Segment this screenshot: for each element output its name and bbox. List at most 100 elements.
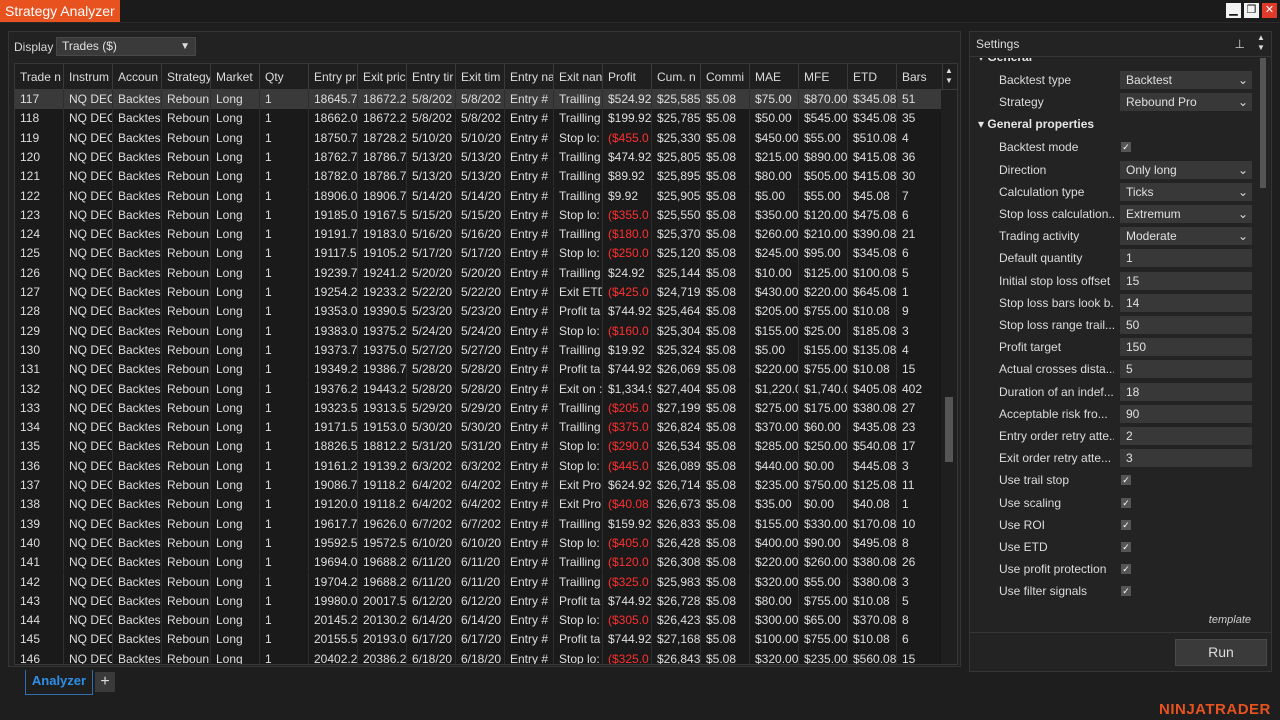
scroll-arrows-icon[interactable]: ▲ ▼ (941, 66, 957, 88)
table-row[interactable]: 145 NQ DEC Backtes Reboun Long 1 20155.5 20193.… (15, 630, 943, 650)
table-row[interactable]: 144 NQ DEC Backtes Reboun Long 1 20145.2 20130.… (15, 611, 943, 631)
column-header[interactable]: Exit pric (358, 64, 407, 90)
column-header[interactable]: Market (211, 64, 260, 90)
column-header[interactable]: Qty (260, 64, 309, 90)
column-header[interactable]: ETD (848, 64, 897, 90)
property-checkbox[interactable]: ✓ (1121, 142, 1131, 153)
expand-chevron-icon[interactable]: ▾ (978, 58, 987, 64)
table-cell: Entry # (505, 360, 554, 380)
property-input[interactable]: 1 (1120, 249, 1252, 268)
tab-analyzer[interactable]: Analyzer (25, 670, 93, 695)
column-header[interactable]: Strategy (162, 64, 211, 90)
grid-scrollbar[interactable] (941, 90, 957, 664)
table-row[interactable]: 134 NQ DEC Backtes Reboun Long 1 19171.5 19153.… (15, 418, 943, 438)
property-input[interactable]: 150 (1120, 338, 1252, 357)
table-row[interactable]: 146 NQ DEC Backtes Reboun Long 1 20402.2 20386.… (15, 649, 943, 664)
property-select[interactable]: Backtest ⌄ (1120, 71, 1252, 89)
property-input[interactable]: 90 (1120, 404, 1252, 423)
property-checkbox[interactable]: ✓ (1121, 542, 1131, 552)
property-checkbox[interactable]: ✓ (1121, 519, 1131, 530)
column-header[interactable]: Exit tim (456, 64, 505, 90)
column-header[interactable]: Entry na (505, 64, 554, 90)
table-row[interactable]: 140 NQ DEC Backtes Reboun Long 1 19592.5 19572.… (15, 533, 943, 554)
pin-icon[interactable]: ⊥ (1235, 32, 1245, 56)
table-row[interactable]: 120 NQ DEC Backtes Reboun Long 1 18762.7 18786.… (15, 147, 943, 168)
minimize-icon[interactable]: ▁ (1226, 3, 1241, 18)
column-header[interactable]: Entry pr (309, 64, 358, 90)
table-cell: $744.92 (603, 591, 652, 612)
column-header[interactable]: MFE (799, 64, 848, 90)
table-row[interactable]: 142 NQ DEC Backtes Reboun Long 1 19704.2 19688.… (15, 572, 943, 592)
table-row[interactable]: 137 NQ DEC Backtes Reboun Long 1 19086.7 19118.… (15, 476, 943, 496)
settings-scrollbar[interactable] (1257, 58, 1269, 632)
property-input[interactable]: 3 (1120, 449, 1252, 468)
property-row: Initial stop loss offset 15 (970, 270, 1255, 292)
property-row: Exit order retry atte... 3 (970, 447, 1255, 469)
settings-section[interactable]: ▾ General (978, 58, 1032, 68)
property-select[interactable]: Ticks ⌄ (1120, 182, 1252, 201)
table-row[interactable]: 132 NQ DEC Backtes Reboun Long 1 19376.2 19443.… (15, 379, 943, 399)
table-cell: Reboun (162, 147, 211, 168)
column-header[interactable]: Trade n (15, 64, 64, 90)
close-icon[interactable]: ✕ (1262, 3, 1277, 18)
table-row[interactable]: 130 NQ DEC Backtes Reboun Long 1 19373.7 19375.… (15, 340, 943, 361)
table-cell: 19254.2 (309, 283, 358, 303)
column-header[interactable]: Profit (603, 64, 652, 90)
property-select[interactable]: Moderate ⌄ (1120, 227, 1252, 246)
property-input[interactable]: 2 (1120, 427, 1252, 445)
table-row[interactable]: 128 NQ DEC Backtes Reboun Long 1 19353.0 19390.… (15, 302, 943, 322)
grid-scroll-thumb[interactable] (945, 397, 953, 462)
table-row[interactable]: 122 NQ DEC Backtes Reboun Long 1 18906.0 18906.… (15, 186, 943, 206)
table-row[interactable]: 126 NQ DEC Backtes Reboun Long 1 19239.7 19241.… (15, 263, 943, 283)
table-row[interactable]: 124 NQ DEC Backtes Reboun Long 1 19191.7 19183.… (15, 225, 943, 245)
property-checkbox[interactable]: ✓ (1121, 475, 1131, 486)
property-checkbox[interactable]: ✓ (1121, 497, 1131, 508)
column-header[interactable]: Entry tir (407, 64, 456, 90)
property-input[interactable]: 5 (1120, 360, 1252, 379)
table-row[interactable]: 141 NQ DEC Backtes Reboun Long 1 19694.0 19688.… (15, 553, 943, 573)
add-tab-button[interactable]: + (95, 672, 115, 692)
settings-scroll-arrows-icon[interactable]: ▲ ▼ (1255, 33, 1267, 53)
table-row[interactable]: 123 NQ DEC Backtes Reboun Long 1 19185.0 19167.… (15, 205, 943, 226)
property-select[interactable]: Rebound Pro ⌄ (1120, 93, 1252, 112)
table-row[interactable]: 127 NQ DEC Backtes Reboun Long 1 19254.2 19233.… (15, 283, 943, 303)
property-input[interactable]: 18 (1120, 382, 1252, 401)
table-cell: 15 (897, 649, 943, 664)
table-row[interactable]: 125 NQ DEC Backtes Reboun Long 1 19117.5 19105.… (15, 244, 943, 264)
property-checkbox[interactable]: ✓ (1121, 564, 1131, 575)
table-row[interactable]: 135 NQ DEC Backtes Reboun Long 1 18826.5 18812.… (15, 437, 943, 457)
column-header[interactable]: Cum. n (652, 64, 701, 90)
table-cell: 8 (897, 611, 943, 631)
settings-section[interactable]: ▾ General properties (978, 113, 1094, 135)
table-row[interactable]: 138 NQ DEC Backtes Reboun Long 1 19120.0 19118.… (15, 495, 943, 515)
table-row[interactable]: 117 NQ DEC Backtes Reboun Long 1 18645.7 18672.… (15, 90, 943, 110)
column-header[interactable]: MAE (750, 64, 799, 90)
display-select[interactable]: Trades ($) ▼ (56, 37, 196, 56)
property-checkbox[interactable]: ✓ (1121, 586, 1131, 597)
expand-chevron-icon[interactable]: ▾ (978, 117, 987, 131)
run-button[interactable]: Run (1175, 639, 1267, 666)
column-header[interactable]: Commi (701, 64, 750, 90)
table-row[interactable]: 118 NQ DEC Backtes Reboun Long 1 18662.0 18672.… (15, 109, 943, 129)
settings-scroll-thumb[interactable] (1260, 58, 1266, 188)
table-row[interactable]: 121 NQ DEC Backtes Reboun Long 1 18782.0 18786.… (15, 167, 943, 187)
table-row[interactable]: 136 NQ DEC Backtes Reboun Long 1 19161.2 19139.… (15, 456, 943, 476)
template-label[interactable]: template (1209, 614, 1251, 626)
property-input[interactable]: 14 (1120, 293, 1252, 312)
table-row[interactable]: 131 NQ DEC Backtes Reboun Long 1 19349.2 19386.… (15, 360, 943, 380)
table-row[interactable]: 139 NQ DEC Backtes Reboun Long 1 19617.7 19626.… (15, 514, 943, 534)
column-header[interactable]: Accoun (113, 64, 162, 90)
property-select[interactable]: Only long ⌄ (1120, 160, 1252, 179)
property-select[interactable]: Extremum ⌄ (1120, 205, 1252, 223)
restore-icon[interactable]: ❐ (1244, 3, 1259, 18)
column-header[interactable]: Exit nan (554, 64, 603, 90)
table-cell: 1 (260, 244, 309, 264)
property-input[interactable]: 50 (1120, 316, 1252, 334)
property-input[interactable]: 15 (1120, 271, 1252, 290)
column-header[interactable]: Bars (897, 64, 943, 90)
table-row[interactable]: 129 NQ DEC Backtes Reboun Long 1 19383.0 19375.… (15, 321, 943, 341)
table-row[interactable]: 133 NQ DEC Backtes Reboun Long 1 19323.5 19313.… (15, 398, 943, 419)
table-row[interactable]: 143 NQ DEC Backtes Reboun Long 1 19980.0 20017.… (15, 591, 943, 612)
table-row[interactable]: 119 NQ DEC Backtes Reboun Long 1 18750.7 18728.… (15, 128, 943, 148)
column-header[interactable]: Instrum (64, 64, 113, 90)
